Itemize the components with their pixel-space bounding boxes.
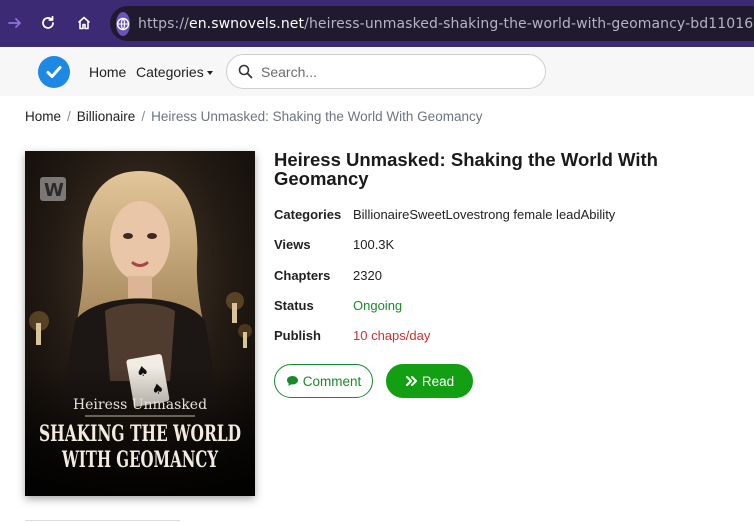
url-host: en.swnovels.net — [188, 15, 305, 32]
breadcrumb-billionaire[interactable]: Billionaire — [77, 109, 136, 124]
breadcrumb-separator: / — [67, 109, 71, 124]
comment-icon — [286, 376, 298, 386]
info-key: Chapters — [274, 268, 331, 283]
breadcrumb-current: Heiress Unmasked: Shaking the World With… — [151, 109, 483, 124]
book-cover[interactable]: ♠ ♠ W Heiress Unmasked SHAKING THE WORLD… — [25, 151, 255, 496]
nav-categories-dropdown[interactable]: Categories — [136, 64, 213, 80]
site-info-icon[interactable] — [116, 11, 130, 36]
read-label: Read — [421, 373, 455, 389]
site-logo-check-icon[interactable] — [38, 56, 70, 88]
info-key: Publish — [274, 328, 321, 343]
nav-home-link[interactable]: Home — [89, 64, 126, 80]
cover-title-line3: WITH GEOMANCY — [61, 447, 218, 473]
browser-toolbar: https://en.swnovels.net/heiress-unmasked… — [0, 0, 754, 47]
url-text: https://en.swnovels.net/heiress-unmasked… — [138, 16, 754, 32]
publisher-logo: W — [40, 177, 66, 201]
address-bar[interactable]: https://en.swnovels.net/heiress-unmasked… — [110, 6, 754, 41]
publish-value: 10 chaps/day — [353, 328, 431, 343]
breadcrumb: Home / Billionaire / Heiress Unmasked: Shaki… — [25, 109, 482, 124]
breadcrumb-separator: / — [141, 109, 146, 124]
comment-label: Comment — [302, 373, 362, 389]
search-input[interactable] — [261, 63, 521, 80]
double-chevron-right-icon — [405, 376, 417, 386]
search-box[interactable] — [226, 54, 546, 89]
home-icon[interactable] — [71, 10, 97, 36]
views-value: 100.3K — [353, 237, 395, 252]
search-icon[interactable] — [238, 64, 253, 79]
caret-down-icon — [206, 71, 213, 76]
url-scheme: https:// — [138, 15, 189, 32]
publisher-logo-letter: W — [44, 180, 64, 201]
cover-title-line1: Heiress Unmasked — [73, 397, 207, 413]
info-key: Status — [274, 298, 314, 313]
info-key: Categories — [274, 207, 342, 222]
book-title: Heiress Unmasked: Shaking the World With… — [274, 149, 658, 189]
cover-face — [110, 201, 170, 281]
status-value: Ongoing — [353, 298, 403, 313]
reload-icon[interactable] — [35, 10, 61, 36]
read-button[interactable]: Read — [386, 364, 473, 398]
chapters-value: 2320 — [353, 268, 382, 283]
comment-button[interactable]: Comment — [274, 364, 373, 398]
categories-value[interactable]: BillionaireSweetLovestrong female leadAb… — [353, 207, 615, 222]
breadcrumb-home[interactable]: Home — [25, 109, 61, 124]
cover-title-line2: SHAKING THE WORLD — [39, 421, 241, 447]
info-key: Views — [274, 237, 311, 252]
url-path: /heiress-unmasked-shaking-the-world-with… — [304, 15, 754, 32]
forward-icon[interactable] — [2, 10, 28, 36]
nav-categories-label: Categories — [136, 64, 204, 80]
